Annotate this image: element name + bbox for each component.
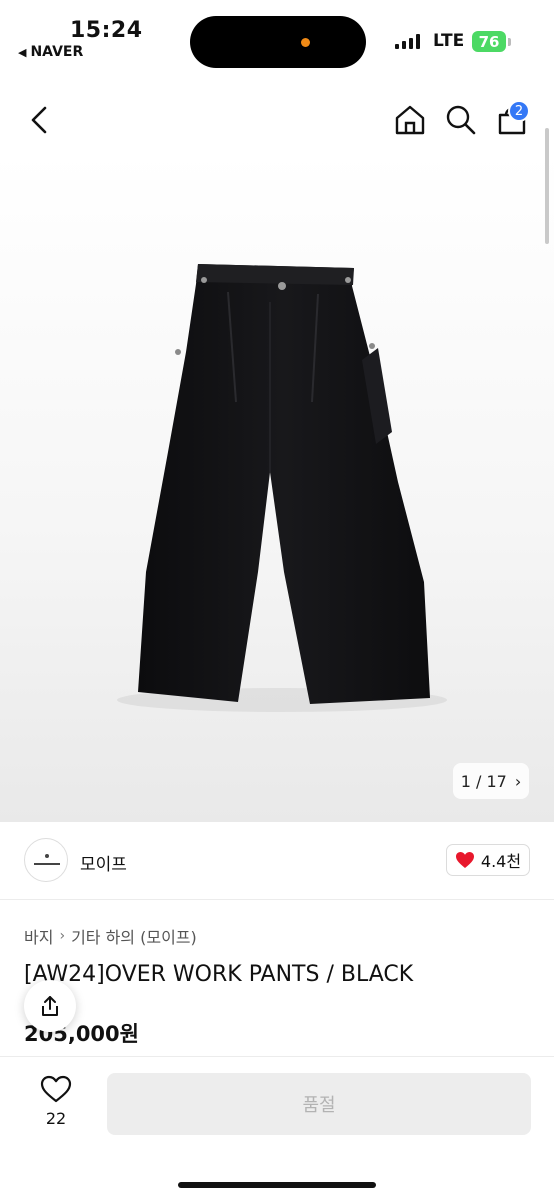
chevron-right-icon: ›	[59, 928, 66, 944]
top-nav	[0, 88, 554, 152]
battery-tip	[508, 38, 511, 46]
brand-name[interactable]: 모이프	[80, 850, 127, 875]
breadcrumb: 바지 › 기타 하의 (모이프)	[24, 924, 197, 948]
product-image-gallery[interactable]: 1 / 17 ›	[0, 152, 554, 822]
search-icon[interactable]	[443, 102, 479, 138]
brand-like-count: 4.4천	[480, 852, 522, 871]
breadcrumb-item[interactable]: 바지	[24, 924, 53, 948]
recording-dot-icon	[301, 38, 310, 47]
bottom-action-bar: 22 품절	[0, 1056, 554, 1200]
cart-count-badge: 2	[508, 100, 530, 122]
back-icon[interactable]	[22, 102, 58, 138]
share-button[interactable]	[24, 980, 76, 1032]
product-title: [AW24]OVER WORK PANTS / BLACK	[24, 962, 414, 987]
scrollbar[interactable]	[545, 128, 549, 244]
brand-logo[interactable]	[24, 838, 68, 882]
battery-level: 76	[478, 32, 500, 51]
signal-icon	[395, 33, 420, 49]
status-bar: 15:24 ◀ NAVER LTE 76	[0, 0, 554, 72]
product-photo-pants	[117, 264, 447, 712]
breadcrumb-item[interactable]: 기타 하의 (모이프)	[71, 924, 197, 948]
heart-filled-icon	[455, 852, 474, 868]
home-indicator[interactable]	[178, 1182, 376, 1188]
wishlist-button[interactable]: 22	[36, 1075, 76, 1128]
image-counter[interactable]: 1 / 17 ›	[453, 763, 529, 799]
brand-like-button[interactable]: 4.4천	[446, 844, 530, 876]
back-app-label: NAVER	[30, 44, 84, 60]
network-label: LTE	[433, 31, 465, 51]
sold-out-button[interactable]: 품절	[107, 1073, 531, 1135]
heart-outline-icon	[40, 1075, 72, 1103]
image-counter-label: 1 / 17	[460, 771, 507, 791]
chevron-right-icon: ›	[514, 771, 522, 791]
status-time: 15:24	[70, 18, 143, 43]
battery-icon: 76	[472, 31, 506, 52]
back-to-app-link[interactable]: ◀ NAVER	[18, 44, 83, 60]
share-icon	[42, 996, 58, 1016]
home-icon[interactable]	[392, 102, 428, 138]
dynamic-island	[190, 16, 366, 68]
brand-row[interactable]: 모이프 4.4천	[0, 822, 554, 900]
back-triangle-icon: ◀	[18, 45, 27, 59]
wishlist-count: 22	[45, 1109, 67, 1128]
